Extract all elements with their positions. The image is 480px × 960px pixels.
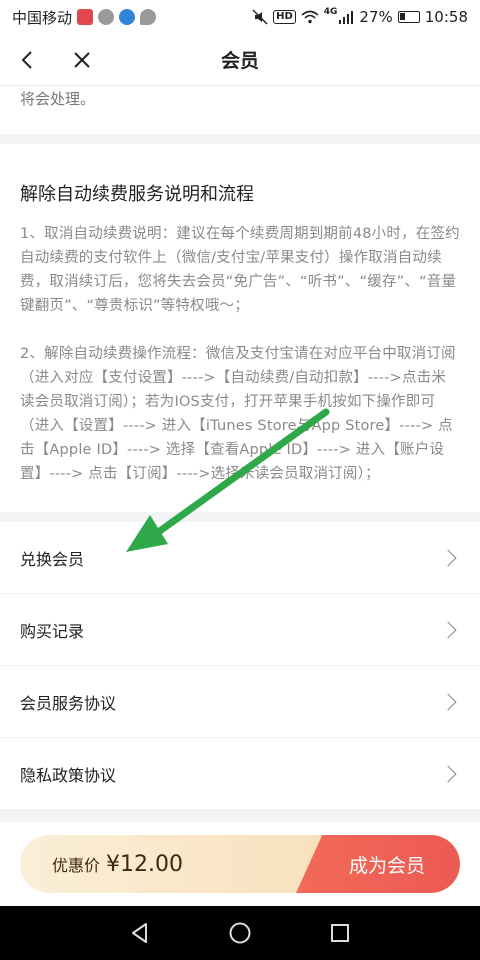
chevron-right-icon — [439, 693, 457, 710]
section-divider — [0, 512, 480, 522]
price-label: 优惠价 — [52, 856, 101, 875]
menu-item-service-agreement[interactable]: 会员服务协议 — [0, 666, 480, 738]
square-recents-icon — [331, 924, 349, 942]
auto-renew-info-card: 解除自动续费服务说明和流程 1、取消自动续费说明：建议在每个续费周期到期前48小… — [0, 144, 480, 512]
section-divider — [0, 134, 480, 144]
status-bar: 中国移动 HD 4G 27% 10:58 — [0, 0, 480, 34]
message-icon — [140, 9, 157, 25]
menu-item-purchase-history[interactable]: 购买记录 — [0, 594, 480, 666]
scroll-content[interactable]: 将会处理。 解除自动续费服务说明和流程 1、取消自动续费说明：建议在每个续费周期… — [0, 86, 480, 822]
menu-item-label: 购买记录 — [20, 621, 85, 641]
member-menu: 兑换会员 购买记录 会员服务协议 隐私政策协议 — [0, 522, 480, 810]
hd-badge: HD — [273, 10, 296, 24]
app-notification-icon — [77, 9, 94, 25]
signal-icon — [339, 11, 354, 24]
info-paragraph-cancel: 1、取消自动续费说明：建议在每个续费周期到期前48小时，在签约自动续费的支付软件… — [20, 226, 460, 314]
chevron-right-icon — [439, 621, 457, 638]
purchase-pill: 优惠价 ¥12.00 成为会员 — [20, 835, 460, 893]
status-bar-right: HD 4G 27% 10:58 — [252, 7, 468, 26]
price-value: ¥12.00 — [106, 851, 183, 877]
info-paragraph-steps: 2、解除自动续费操作流程：微信及支付宝请在对应平台中取消订阅（进入对应【支付设置… — [20, 346, 456, 482]
blue-app-icon — [119, 9, 136, 25]
close-button[interactable] — [62, 40, 102, 80]
system-recents-button[interactable] — [320, 913, 360, 953]
system-home-button[interactable] — [220, 913, 260, 953]
menu-item-redeem[interactable]: 兑换会员 — [0, 522, 480, 594]
nav-bar: 会员 — [0, 34, 480, 86]
battery-icon — [397, 11, 420, 23]
triangle-back-icon — [132, 923, 147, 943]
wechat-icon — [98, 9, 115, 25]
status-bar-left: 中国移动 — [12, 7, 157, 28]
battery-percent: 27% — [359, 8, 393, 26]
circle-home-icon — [229, 922, 251, 944]
chevron-right-icon — [439, 765, 457, 782]
previous-section-text: 将会处理。 — [20, 90, 96, 108]
mute-icon — [252, 9, 268, 25]
clock: 10:58 — [424, 8, 468, 26]
network-type: 4G — [323, 7, 338, 17]
menu-item-privacy-policy[interactable]: 隐私政策协议 — [0, 738, 480, 810]
menu-item-label: 兑换会员 — [20, 549, 85, 569]
purchase-bar: 优惠价 ¥12.00 成为会员 — [0, 822, 480, 906]
become-member-button[interactable]: 成为会员 — [296, 835, 460, 893]
wifi-icon — [301, 10, 319, 24]
menu-item-label: 隐私政策协议 — [20, 765, 117, 785]
system-nav-bar — [0, 906, 480, 960]
previous-section-tail: 将会处理。 — [0, 86, 480, 134]
become-member-label: 成为会员 — [348, 854, 425, 877]
back-arrow-icon — [21, 50, 32, 69]
close-icon — [74, 51, 90, 68]
menu-item-label: 会员服务协议 — [20, 693, 117, 713]
system-back-button[interactable] — [120, 913, 160, 953]
back-button[interactable] — [8, 40, 48, 80]
chevron-right-icon — [439, 549, 457, 566]
info-title: 解除自动续费服务说明和流程 — [20, 184, 254, 205]
carrier-label: 中国移动 — [12, 8, 73, 27]
